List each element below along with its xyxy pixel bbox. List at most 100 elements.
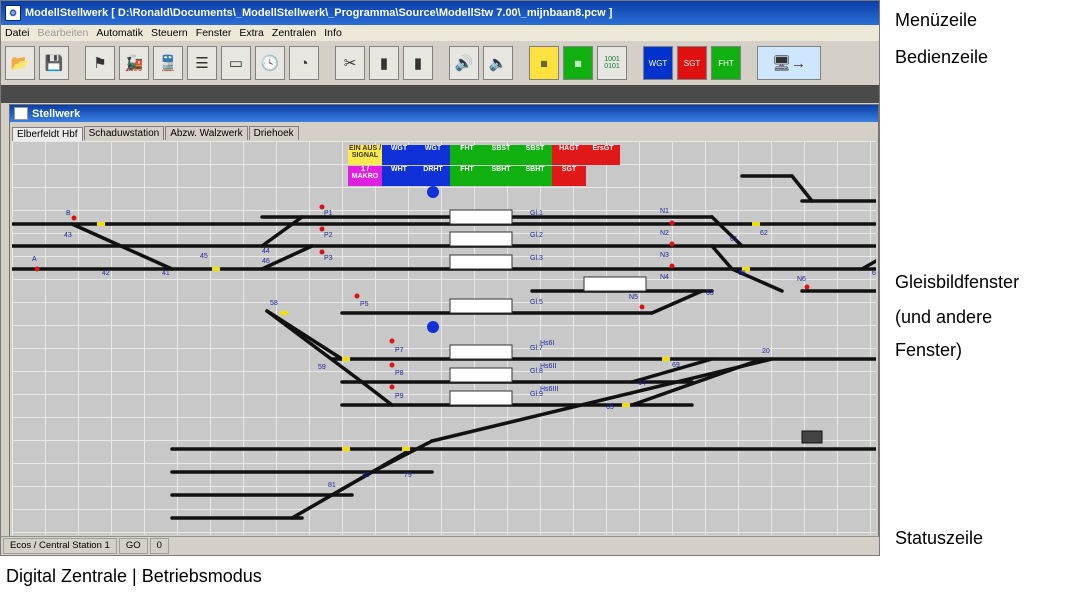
save-icon[interactable]: 💾 <box>39 46 69 80</box>
svg-text:N6: N6 <box>797 276 806 283</box>
svg-text:P2: P2 <box>324 232 333 239</box>
train-icon[interactable]: 🚆 <box>153 46 183 80</box>
svg-text:58: 58 <box>270 300 278 307</box>
locomotive-icon[interactable]: 🚂 <box>119 46 149 80</box>
svg-text:79: 79 <box>404 472 412 479</box>
annotation-toolbar: Bedienzeile <box>895 47 989 67</box>
status-go[interactable]: GO <box>118 538 148 554</box>
menu-bearbeiten[interactable]: Bearbeiten <box>34 27 93 39</box>
panel-green-icon[interactable]: ▦ <box>563 46 593 80</box>
svg-text:63: 63 <box>706 290 714 297</box>
menu-info[interactable]: Info <box>320 27 346 39</box>
menu-extra[interactable]: Extra <box>235 27 268 39</box>
annotation-trackwindow-1: Gleisbildfenster <box>895 272 1020 292</box>
sound-off-icon[interactable]: 🔈 <box>483 46 513 80</box>
central-station-connect-icon[interactable]: 🖥→ <box>757 46 821 80</box>
menu-datei[interactable]: Datei <box>1 27 34 39</box>
svg-text:69: 69 <box>672 362 680 369</box>
svg-text:N2: N2 <box>660 230 669 237</box>
svg-text:N1: N1 <box>660 208 669 215</box>
open-file-icon[interactable]: 📂 <box>5 46 35 80</box>
svg-text:A: A <box>32 256 37 263</box>
tab-driehoek[interactable]: Driehoek <box>248 126 299 140</box>
tab-elberfeldt-hbf[interactable]: Elberfeldt Hbf <box>12 127 83 141</box>
status-central: Ecos / Central Station 1 <box>3 538 117 554</box>
signal-green-icon[interactable]: ▮ <box>403 46 433 80</box>
svg-text:Gl.2: Gl.2 <box>530 232 543 239</box>
stellwerk-window: Stellwerk Elberfeldt Hbf Schaduwstation … <box>9 104 879 538</box>
svg-text:Gl.3: Gl.3 <box>530 255 543 262</box>
menu-steuern[interactable]: Steuern <box>147 27 192 39</box>
status-counter: 0 <box>149 538 169 554</box>
speedometer-icon[interactable]: ◔ <box>289 46 319 80</box>
annotation-trackwindow-3: Fenster) <box>895 340 963 360</box>
tab-schaduwstation[interactable]: Schaduwstation <box>83 126 165 140</box>
panel-yellow-icon[interactable]: ▦ <box>529 46 559 80</box>
svg-text:41: 41 <box>162 270 170 277</box>
wgt-icon[interactable]: WGT <box>643 46 673 80</box>
signal-red-icon[interactable]: ▮ <box>369 46 399 80</box>
svg-text:59: 59 <box>318 364 326 371</box>
track-layout-svg: Gl.1Gl.2Gl.3 Gl.5Gl.7Gl.8 Gl.9 BA P1P2P3… <box>12 174 876 520</box>
svg-text:46: 46 <box>262 258 270 265</box>
svg-text:P7: P7 <box>395 347 404 354</box>
track-diagram[interactable]: EIN AUS / SIGNAL WGT WGT FHT SBST SBST H… <box>12 141 876 535</box>
stellwerk-tabs: Elberfeldt Hbf Schaduwstation Abzw. Walz… <box>10 122 878 141</box>
annotation-status: Statuszeile <box>895 528 984 548</box>
svg-text:Hs6II: Hs6II <box>540 363 556 370</box>
svg-text:N3: N3 <box>660 252 669 259</box>
title-bar: ⚙ ModellStellwerk [ D:\Ronald\Documents\… <box>1 1 879 25</box>
sgt-icon[interactable]: SGT <box>677 46 707 80</box>
svg-text:P5: P5 <box>360 301 369 308</box>
window-title: ModellStellwerk [ D:\Ronald\Documents\_M… <box>25 7 613 19</box>
svg-text:81: 81 <box>328 482 336 489</box>
binary-icon[interactable]: 1001 0101 <box>597 46 627 80</box>
stellwerk-title: Stellwerk <box>32 107 81 120</box>
route-marker-icon[interactable] <box>427 186 439 198</box>
svg-text:66: 66 <box>738 270 746 277</box>
svg-text:P1: P1 <box>324 210 333 217</box>
sound-on-icon[interactable]: 🔊 <box>449 46 479 80</box>
signal-tool-icon[interactable]: ⚑ <box>85 46 115 80</box>
menu-zentralen[interactable]: Zentralen <box>268 27 320 39</box>
fht-icon[interactable]: FHT <box>711 46 741 80</box>
svg-text:67: 67 <box>872 270 876 277</box>
svg-text:44: 44 <box>262 248 270 255</box>
svg-text:Gl.1: Gl.1 <box>530 210 543 217</box>
tools-icon[interactable]: ✂ <box>335 46 365 80</box>
stellwerk-title-bar: Stellwerk <box>10 105 878 122</box>
tab-abzw-walzwerk[interactable]: Abzw. Walzwerk <box>165 126 248 140</box>
svg-text:P9: P9 <box>395 393 404 400</box>
menu-fenster[interactable]: Fenster <box>192 27 236 39</box>
svg-text:62: 62 <box>760 230 768 237</box>
svg-text:N4: N4 <box>660 274 669 281</box>
svg-text:64: 64 <box>638 380 646 387</box>
svg-text:P3: P3 <box>324 255 333 262</box>
svg-text:20: 20 <box>762 348 770 355</box>
svg-text:65: 65 <box>606 404 614 411</box>
svg-text:P8: P8 <box>395 370 404 377</box>
svg-text:80: 80 <box>362 472 370 479</box>
caption: Digital Zentrale | Betriebsmodus <box>6 566 262 586</box>
display-icon[interactable]: ▭ <box>221 46 251 80</box>
menu-automatik[interactable]: Automatik <box>92 27 147 39</box>
svg-text:Hs6III: Hs6III <box>540 386 558 393</box>
clock-icon[interactable]: 🕓 <box>255 46 285 80</box>
svg-text:61: 61 <box>730 236 738 243</box>
svg-text:45: 45 <box>200 253 208 260</box>
svg-text:B: B <box>66 210 71 217</box>
route-marker-icon[interactable] <box>427 321 439 333</box>
route-list-icon[interactable]: ☰ <box>187 46 217 80</box>
svg-text:Hs6I: Hs6I <box>540 340 554 347</box>
svg-text:Gl.5: Gl.5 <box>530 299 543 306</box>
svg-text:42: 42 <box>102 270 110 277</box>
svg-text:N5: N5 <box>629 294 638 301</box>
device-block-icon[interactable] <box>801 430 823 444</box>
toolbar-separator-band <box>1 85 879 103</box>
app-icon: ⚙ <box>5 5 21 21</box>
modellstellwerk-window: ⚙ ModellStellwerk [ D:\Ronald\Documents\… <box>0 0 880 556</box>
toolbar: 📂 💾 ⚑ 🚂 🚆 ☰ ▭ 🕓 ◔ ✂ ▮ ▮ 🔊 🔈 ▦ ▦ 1001 0101… <box>1 41 879 85</box>
status-bar: Ecos / Central Station 1 GO 0 <box>1 536 879 555</box>
annotation-menu: Menüzeile <box>895 10 978 30</box>
svg-text:43: 43 <box>64 232 72 239</box>
